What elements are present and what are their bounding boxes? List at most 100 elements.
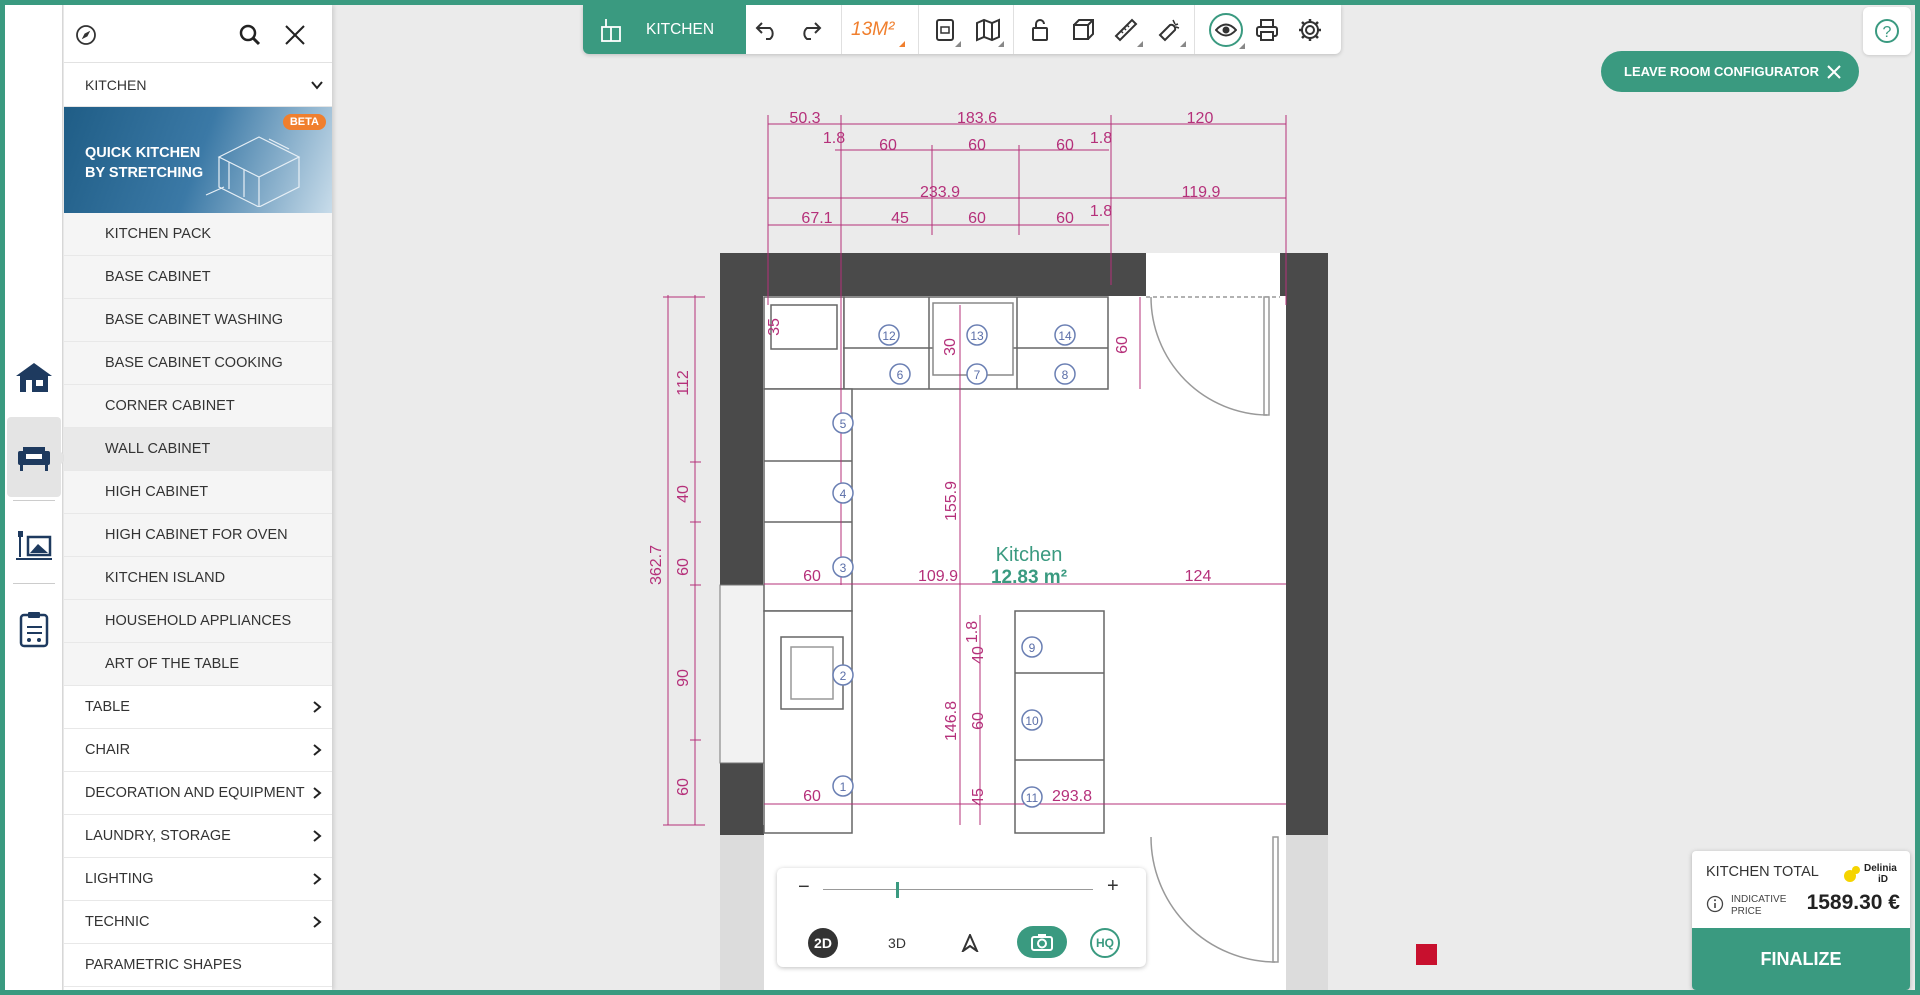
zoom-panel: − + 2D 3D HQ (777, 868, 1146, 967)
ruler-button[interactable] (1112, 16, 1140, 44)
furniture-rail-button[interactable] (7, 417, 67, 497)
map-icon (976, 18, 1000, 42)
panel-header (64, 5, 332, 63)
item-marker[interactable]: 12 (878, 324, 900, 346)
settings-button[interactable] (1296, 16, 1324, 44)
item-marker[interactable]: 9 (1021, 636, 1043, 658)
view-3d-button[interactable]: 3D (882, 928, 912, 958)
subcategory-label: HIGH CABINET FOR OVEN (105, 527, 288, 543)
undo-button[interactable] (753, 16, 781, 44)
dim-label: 112 (675, 370, 692, 396)
main-category-item[interactable]: LIGHTING (64, 858, 332, 901)
item-marker[interactable]: 7 (966, 363, 988, 385)
help-button[interactable]: ? (1863, 7, 1911, 55)
dim-label: 60 (675, 558, 692, 576)
dim-label: 60 (970, 712, 987, 730)
dim-label: 40 (970, 646, 987, 664)
map-button[interactable] (974, 16, 1002, 44)
subcategory-item[interactable]: WALL CABINET (64, 428, 332, 471)
dim-label: 45 (891, 210, 909, 227)
magnet-button[interactable] (1155, 16, 1183, 44)
chevron-right-icon (313, 744, 322, 756)
lock-button[interactable] (1026, 16, 1054, 44)
document-button[interactable] (931, 16, 959, 44)
dim-label: 233.9 (920, 184, 960, 201)
subcategory-item[interactable]: BASE CABINET (64, 256, 332, 299)
redo-button[interactable] (796, 16, 824, 44)
magnet-icon (1158, 19, 1180, 42)
subcategory-item[interactable]: CORNER CABINET (64, 385, 332, 428)
lock-icon (1032, 19, 1048, 41)
redo-icon (803, 22, 822, 40)
zoom-out-button[interactable]: − (798, 876, 810, 899)
finalize-button[interactable]: FINALIZE (1692, 928, 1910, 990)
item-number: 6 (897, 368, 904, 382)
subcategory-item[interactable]: BASE CABINET WASHING (64, 299, 332, 342)
gear-icon (1299, 19, 1321, 41)
total-price: 1589.30 € (1806, 891, 1900, 914)
dim-label: 30 (942, 338, 959, 356)
room-area: 12.83 m² (991, 567, 1067, 588)
main-category-item[interactable]: LAUNDRY, STORAGE (64, 815, 332, 858)
cart-rail-button[interactable] (7, 589, 61, 669)
item-marker[interactable]: 10 (1021, 709, 1043, 731)
main-category-label: TABLE (85, 699, 130, 715)
chevron-right-icon (313, 701, 322, 713)
info-icon[interactable] (1706, 895, 1724, 913)
subcategory-label: CORNER CABINET (105, 398, 235, 414)
compass-icon[interactable] (72, 21, 100, 49)
zoom-slider[interactable] (823, 889, 1093, 890)
subcategory-label: BASE CABINET (105, 269, 211, 285)
item-marker[interactable]: 2 (832, 664, 854, 686)
item-marker[interactable]: 1 (832, 775, 854, 797)
subcategory-item[interactable]: ART OF THE TABLE (64, 643, 332, 686)
item-marker[interactable]: 13 (966, 324, 988, 346)
3d-box-button[interactable] (1069, 16, 1097, 44)
main-category-item[interactable]: CHAIR (64, 729, 332, 772)
camera-icon (1031, 934, 1053, 951)
leave-room-configurator-button[interactable]: LEAVE ROOM CONFIGURATOR (1601, 51, 1859, 92)
category-dropdown[interactable]: KITCHEN (64, 63, 332, 107)
item-number: 5 (840, 417, 847, 431)
main-category-item[interactable]: TECHNIC (64, 901, 332, 944)
subcategory-item[interactable]: KITCHEN PACK (64, 213, 332, 256)
search-icon[interactable] (236, 21, 264, 49)
zoom-in-button[interactable]: + (1107, 875, 1119, 898)
room-tab[interactable]: KITCHEN (583, 5, 746, 54)
subcategory-item[interactable]: KITCHEN ISLAND (64, 557, 332, 600)
snapshot-button[interactable] (1017, 926, 1067, 958)
subcategory-item[interactable]: HOUSEHOLD APPLIANCES (64, 600, 332, 643)
visibility-button[interactable] (1209, 13, 1243, 47)
quick-kitchen-banner[interactable]: QUICK KITCHEN BY STRETCHING BETA (64, 107, 332, 213)
close-icon[interactable] (281, 21, 309, 49)
item-marker[interactable]: 5 (832, 412, 854, 434)
subcategory-item[interactable]: HIGH CABINET (64, 471, 332, 514)
svg-text:Delinia: Delinia (1864, 863, 1897, 874)
main-category-label: TECHNIC (85, 914, 150, 930)
kitchen-room-icon (601, 19, 621, 42)
item-marker[interactable]: 4 (832, 482, 854, 504)
zoom-slider-handle[interactable] (896, 882, 899, 898)
walk-view-button[interactable] (955, 928, 985, 958)
item-marker[interactable]: 6 (889, 363, 911, 385)
room-area-button[interactable]: 13M² (851, 19, 894, 41)
parametric-shapes-item[interactable]: PARAMETRIC SHAPES (64, 944, 332, 987)
dim-label: 60 (803, 568, 821, 585)
item-marker[interactable]: 8 (1054, 363, 1076, 385)
main-category-item[interactable]: DECORATION AND EQUIPMENT (64, 772, 332, 815)
view-2d-button[interactable]: 2D (808, 928, 838, 958)
subcategory-item[interactable]: BASE CABINET COOKING (64, 342, 332, 385)
subcategory-item[interactable]: HIGH CABINET FOR OVEN (64, 514, 332, 557)
item-marker[interactable]: 3 (832, 556, 854, 578)
print-button[interactable] (1253, 16, 1281, 44)
item-marker[interactable]: 14 (1054, 324, 1076, 346)
hq-render-button[interactable]: HQ (1090, 928, 1120, 958)
decor-rail-button[interactable] (7, 505, 61, 585)
top-toolbar: KITCHEN 13M² (583, 5, 1341, 54)
item-marker[interactable]: 11 (1021, 786, 1043, 808)
icon-rail (5, 5, 67, 990)
main-category-item[interactable]: TABLE (64, 686, 332, 729)
dim-label: 109.9 (918, 568, 958, 585)
document-icon (936, 19, 954, 41)
rooms-rail-button[interactable] (7, 337, 61, 417)
